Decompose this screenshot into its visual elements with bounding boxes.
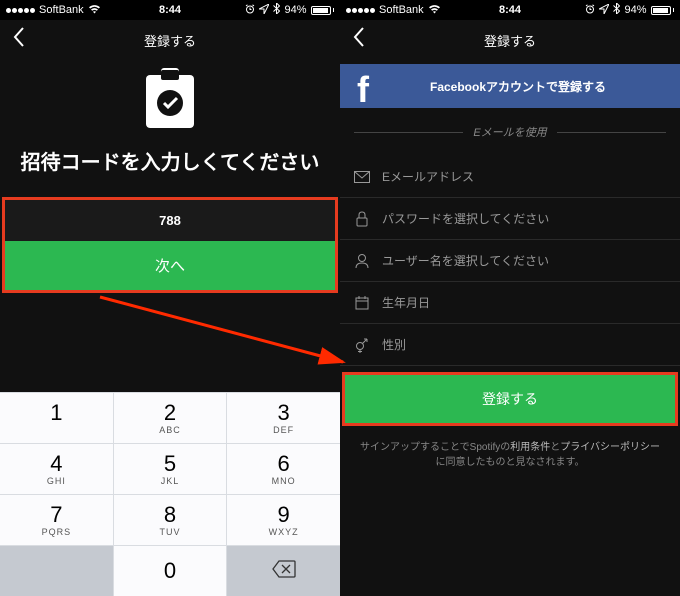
- wifi-icon: [428, 4, 441, 17]
- alarm-icon: [245, 4, 255, 17]
- wifi-icon: [88, 4, 101, 17]
- bluetooth-icon: [273, 3, 280, 17]
- terms-link[interactable]: 利用条件: [510, 442, 550, 453]
- dob-placeholder: 生年月日: [382, 294, 430, 311]
- password-placeholder: パスワードを選択してください: [382, 210, 549, 227]
- facebook-label: Facebookアカウントで登録する: [386, 78, 680, 95]
- battery-pct: 94%: [624, 4, 646, 16]
- fine-print: サインアップすることでSpotifyの利用条件とプライバシーポリシーに同意したも…: [358, 440, 662, 470]
- facebook-icon: f: [340, 64, 386, 108]
- status-time: 8:44: [159, 4, 181, 16]
- mail-icon: [354, 169, 370, 185]
- left-screen: SoftBank 8:44 94% 登録する: [0, 0, 340, 596]
- battery-icon: [311, 6, 335, 15]
- key-8[interactable]: 8TUV: [114, 495, 227, 545]
- alarm-icon: [585, 4, 595, 17]
- battery-pct: 94%: [284, 4, 306, 16]
- gender-icon: [354, 337, 370, 353]
- lock-icon: [354, 211, 370, 227]
- status-bar: SoftBank 8:44 94%: [340, 0, 680, 20]
- divider-label: Eメールを使用: [473, 124, 546, 140]
- password-field[interactable]: パスワードを選択してください: [340, 198, 680, 240]
- bluetooth-icon: [613, 3, 620, 17]
- key-4[interactable]: 4GHI: [0, 444, 113, 494]
- username-field[interactable]: ユーザー名を選択してください: [340, 240, 680, 282]
- next-button[interactable]: 次へ: [5, 241, 335, 290]
- battery-icon: [651, 6, 675, 15]
- dob-field[interactable]: 生年月日: [340, 282, 680, 324]
- key-3[interactable]: 3DEF: [227, 393, 340, 443]
- nav-title: 登録する: [144, 31, 196, 50]
- privacy-link[interactable]: プライバシーポリシー: [560, 442, 660, 453]
- signal-dots-icon: [346, 8, 375, 13]
- key-9[interactable]: 9WXYZ: [227, 495, 340, 545]
- key-backspace[interactable]: [227, 546, 340, 596]
- key-5[interactable]: 5JKL: [114, 444, 227, 494]
- register-button[interactable]: 登録する: [345, 375, 675, 423]
- key-7[interactable]: 7PQRS: [0, 495, 113, 545]
- location-icon: [599, 4, 609, 17]
- key-2[interactable]: 2ABC: [114, 393, 227, 443]
- invite-code-input[interactable]: 788: [5, 200, 335, 241]
- key-6[interactable]: 6MNO: [227, 444, 340, 494]
- numeric-keypad: 1 2ABC 3DEF 4GHI 5JKL 6MNO 7PQRS 8TUV 9W…: [0, 392, 340, 596]
- nav-title: 登録する: [484, 31, 536, 50]
- carrier-label: SoftBank: [39, 4, 84, 16]
- gender-placeholder: 性別: [382, 336, 406, 353]
- user-icon: [354, 253, 370, 269]
- divider: Eメールを使用: [354, 124, 666, 140]
- heading: 招待コードを入力しくてください: [10, 146, 330, 175]
- gender-field[interactable]: 性別: [340, 324, 680, 366]
- email-placeholder: Eメールアドレス: [382, 168, 474, 185]
- key-blank: [0, 546, 113, 596]
- highlight-invite-section: 788 次へ: [2, 197, 338, 293]
- backspace-icon: [272, 560, 296, 583]
- key-1[interactable]: 1: [0, 393, 113, 443]
- carrier-label: SoftBank: [379, 4, 424, 16]
- email-field[interactable]: Eメールアドレス: [340, 156, 680, 198]
- username-placeholder: ユーザー名を選択してください: [382, 252, 549, 269]
- location-icon: [259, 4, 269, 17]
- signal-dots-icon: [6, 8, 35, 13]
- back-button[interactable]: [12, 26, 25, 54]
- key-0[interactable]: 0: [114, 546, 227, 596]
- back-button[interactable]: [352, 26, 365, 54]
- highlight-register-section: 登録する: [342, 372, 678, 426]
- right-screen: SoftBank 8:44 94% 登録する: [340, 0, 680, 596]
- clipboard-check-icon: [143, 68, 197, 130]
- nav-bar: 登録する: [0, 20, 340, 60]
- status-time: 8:44: [499, 4, 521, 16]
- facebook-signup-button[interactable]: f Facebookアカウントで登録する: [340, 64, 680, 108]
- nav-bar: 登録する: [340, 20, 680, 60]
- status-bar: SoftBank 8:44 94%: [0, 0, 340, 20]
- calendar-icon: [354, 295, 370, 311]
